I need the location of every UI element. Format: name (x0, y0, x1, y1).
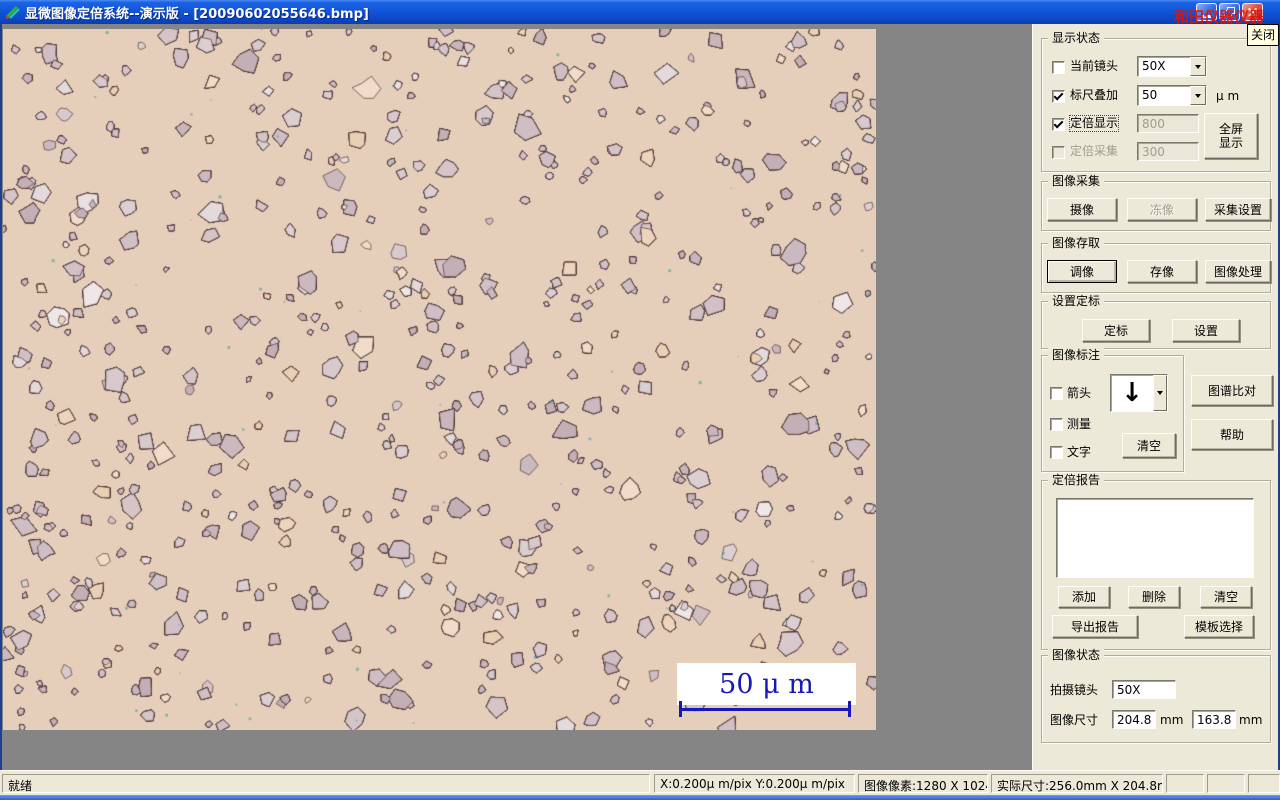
template-select-button[interactable]: 模板选择 (1184, 615, 1254, 638)
titlebar[interactable]: 显微图像定倍系统--演示版 - [20090602055646.bmp] × 和… (0, 0, 1280, 26)
ruler-unit-label: μ m (1216, 89, 1240, 103)
current-lens-checkbox[interactable] (1052, 61, 1065, 74)
arrow-style-dropdown-button[interactable] (1153, 375, 1167, 411)
groupbox-report: 定倍报告 添加 删除 清空 导出报告 模板选择 (1041, 473, 1271, 650)
shoot-button[interactable]: 摄像 (1047, 198, 1117, 221)
text-checkbox[interactable] (1050, 446, 1063, 459)
scalebar-label: 50 μ m (719, 668, 814, 700)
current-lens-value: 50X (1142, 59, 1166, 73)
scalebar-line (679, 701, 851, 717)
groupbox-display-status: 显示状态 当前镜头 50X 标尺叠加 50 μ m 定倍显示 800 定倍采集 … (1041, 31, 1271, 172)
arrow-checkbox[interactable] (1050, 387, 1063, 400)
calibration-setup-button[interactable]: 设置 (1172, 319, 1240, 342)
status-empty-panel (1248, 774, 1280, 793)
scalebar-overlay: 50 μ m (677, 663, 856, 705)
ruler-size-combo[interactable]: 50 (1137, 85, 1207, 106)
image-height-unit: mm (1239, 713, 1263, 727)
ruler-size-value: 50 (1142, 88, 1158, 102)
image-capture-legend: 图像采集 (1048, 174, 1105, 189)
export-report-button[interactable]: 导出报告 (1052, 615, 1138, 638)
fixed-display-label: 定倍显示 (1068, 115, 1120, 132)
image-width-unit: mm (1160, 713, 1184, 727)
fixed-capture-label: 定倍采集 (1070, 144, 1119, 158)
statusbar: 就绪 X:0.200μ m/pix Y:0.200μ m/pix 图像像素:12… (0, 770, 1280, 795)
display-status-legend: 显示状态 (1048, 31, 1105, 46)
status-image-pixels: 图像像素:1280 X 1024 (858, 774, 988, 793)
current-lens-label: 当前镜头 (1070, 59, 1119, 73)
groupbox-image-status: 图像状态 拍摄镜头 图像尺寸 mm mm (1041, 648, 1271, 743)
down-arrow-glyph: ↓ (1121, 378, 1143, 408)
calibration-legend: 设置定标 (1048, 294, 1105, 309)
annotation-legend: 图像标注 (1048, 348, 1105, 363)
client-area: 50 μ m 显示状态 当前镜头 50X 标尺叠加 50 μ m 定倍显示 80… (2, 24, 1278, 770)
report-legend: 定倍报告 (1048, 473, 1105, 488)
close-tooltip: 关闭 (1247, 24, 1280, 46)
report-clear-button[interactable]: 清空 (1200, 586, 1252, 608)
report-delete-button[interactable]: 删除 (1128, 586, 1180, 608)
fixed-display-input (1137, 114, 1199, 133)
current-lens-dropdown-button[interactable] (1190, 57, 1206, 76)
status-empty-panel (1166, 774, 1204, 793)
app-window: 显微图像定倍系统--演示版 - [20090602055646.bmp] × 和… (0, 0, 1280, 800)
current-lens-combo[interactable]: 50X (1137, 56, 1207, 77)
save-image-button[interactable]: 存像 (1127, 260, 1197, 283)
status-empty-panel (1207, 774, 1245, 793)
report-listbox[interactable] (1056, 498, 1254, 578)
groupbox-image-storage: 图像存取 调像 存像 图像处理 (1041, 236, 1271, 293)
text-label: 文字 (1067, 445, 1092, 459)
status-ready: 就绪 (2, 774, 650, 793)
shoot-lens-label: 拍摄镜头 (1050, 683, 1099, 697)
dropdown-arrow-icon (1195, 64, 1201, 69)
app-icon (4, 4, 20, 20)
status-pixel-scale: X:0.200μ m/pix Y:0.200μ m/pix (654, 774, 855, 793)
image-status-legend: 图像状态 (1048, 648, 1105, 663)
ruler-overlay-label: 标尺叠加 (1070, 88, 1119, 102)
atlas-compare-button[interactable]: 图谱比对 (1191, 375, 1273, 406)
ruler-size-dropdown-button[interactable] (1190, 86, 1206, 105)
freeze-button: 冻像 (1127, 198, 1197, 221)
image-viewport: 50 μ m (2, 24, 1032, 770)
scalebar-tick-right (848, 701, 851, 717)
fullscreen-button[interactable]: 全屏显示 (1204, 113, 1258, 159)
calibrate-button[interactable]: 定标 (1082, 319, 1150, 342)
groupbox-calibration: 设置定标 定标 设置 (1041, 294, 1271, 349)
image-height-input (1192, 710, 1236, 729)
status-actual-size: 实际尺寸:256.0mm X 204.8mm (991, 774, 1163, 793)
image-size-label: 图像尺寸 (1050, 713, 1099, 727)
dropdown-arrow-icon (1195, 93, 1201, 98)
fixed-capture-checkbox (1052, 146, 1065, 159)
load-image-button[interactable]: 调像 (1047, 260, 1117, 283)
capture-settings-button[interactable]: 采集设置 (1205, 198, 1271, 221)
arrow-style-combo[interactable]: ↓ (1110, 374, 1168, 412)
groupbox-annotation: 图像标注 箭头 ↓ 测量 清空 文字 (1041, 348, 1184, 472)
report-add-button[interactable]: 添加 (1058, 586, 1110, 608)
measure-label: 测量 (1067, 417, 1092, 431)
image-storage-legend: 图像存取 (1048, 236, 1105, 251)
image-width-input (1112, 710, 1156, 729)
shoot-lens-input (1112, 680, 1176, 699)
scalebar-tick-left (679, 701, 682, 717)
control-panel: 显示状态 当前镜头 50X 标尺叠加 50 μ m 定倍显示 800 定倍采集 … (1032, 24, 1278, 770)
groupbox-image-capture: 图像采集 摄像 冻像 采集设置 (1041, 174, 1271, 231)
fixed-capture-input (1137, 142, 1199, 161)
measure-checkbox[interactable] (1050, 418, 1063, 431)
ruler-overlay-checkbox[interactable] (1052, 90, 1065, 103)
annotation-clear-button[interactable]: 清空 (1122, 433, 1176, 458)
micrograph-image[interactable] (3, 29, 876, 730)
window-bottom-border (0, 795, 1280, 800)
image-process-button[interactable]: 图像处理 (1205, 260, 1271, 283)
help-button[interactable]: 帮助 (1191, 419, 1273, 450)
dropdown-arrow-icon (1157, 391, 1163, 395)
window-title: 显微图像定倍系统--演示版 - [20090602055646.bmp] (25, 6, 369, 22)
arrow-label: 箭头 (1067, 386, 1092, 400)
fixed-display-checkbox[interactable] (1052, 118, 1065, 131)
